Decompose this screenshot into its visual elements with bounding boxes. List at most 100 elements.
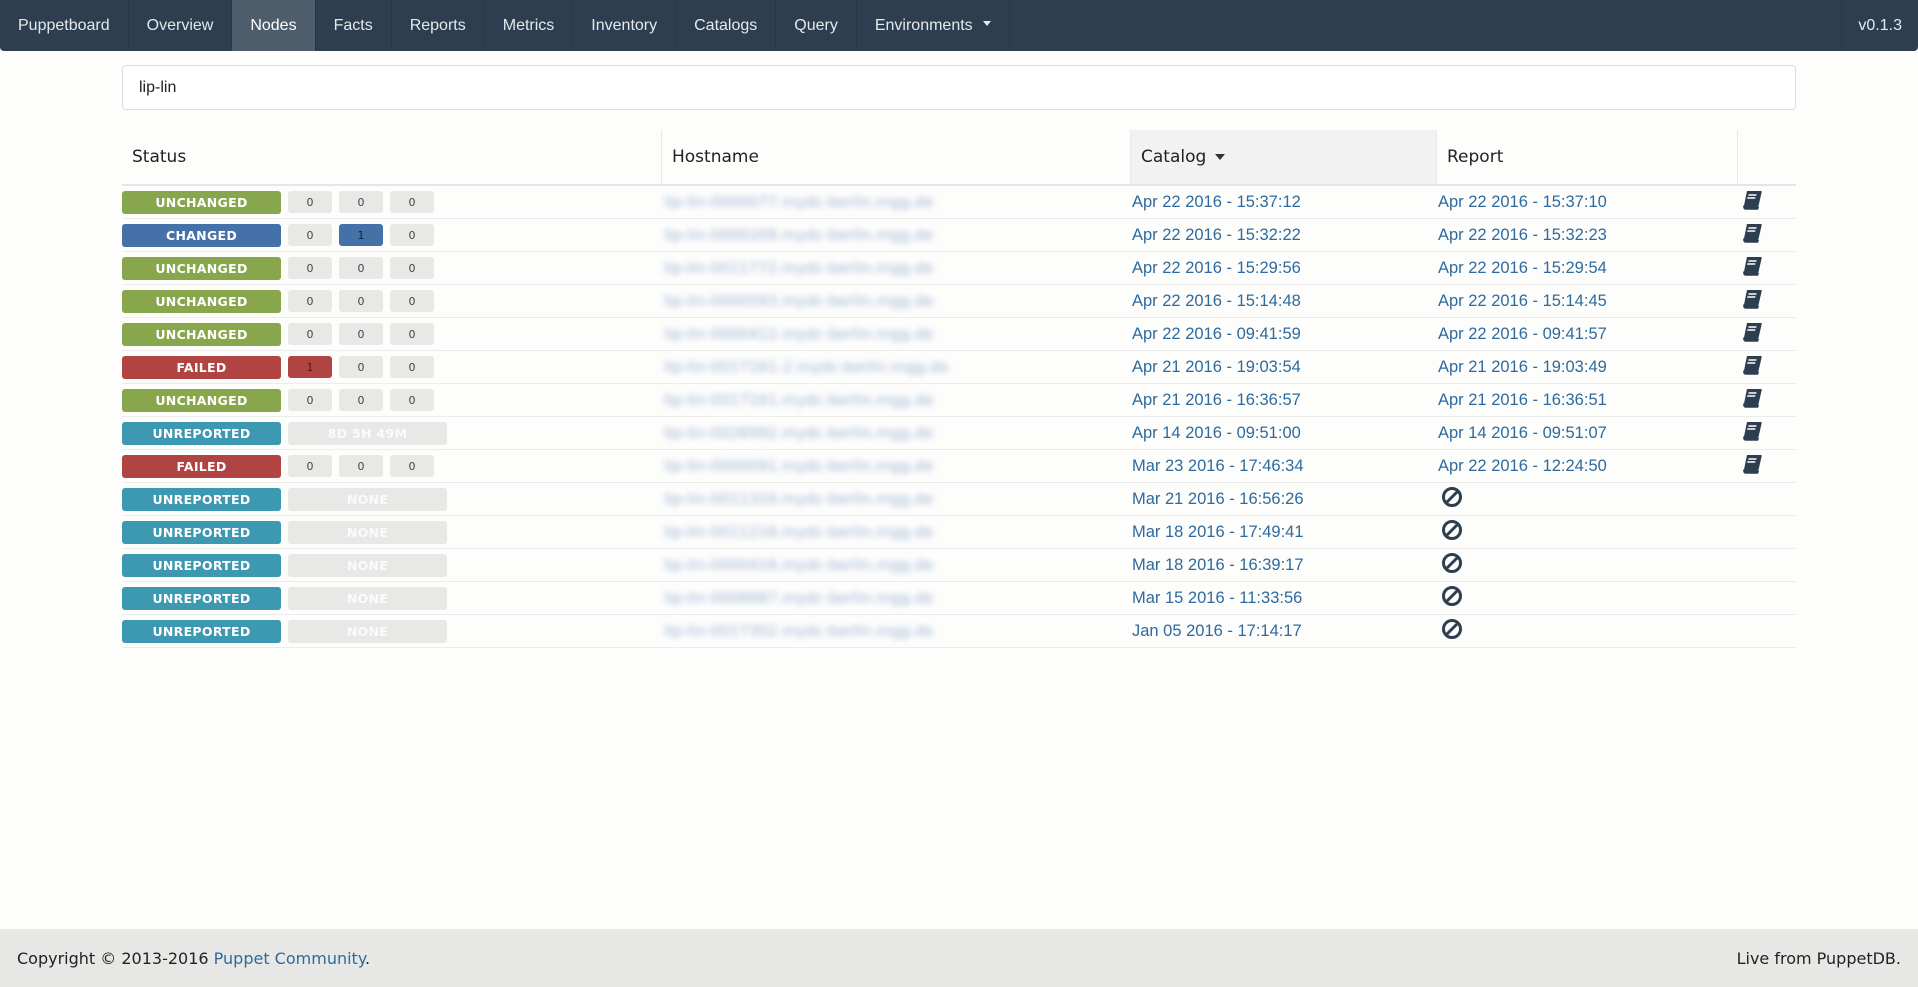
nav-dropdown-environments[interactable]: Environments — [857, 0, 1010, 51]
status-badge[interactable]: UNREPORTED — [122, 586, 281, 610]
status-badge[interactable]: UNCHANGED — [122, 322, 281, 346]
hostname-link[interactable]: lip-lin-0008887.mydc-berlin.mgg.de — [662, 589, 933, 607]
status-badge[interactable]: UNREPORTED — [122, 487, 281, 511]
catalog-date-link[interactable]: Apr 22 2016 - 15:32:22 — [1131, 226, 1301, 245]
catalog-date-link[interactable]: Mar 23 2016 - 17:46:34 — [1131, 457, 1304, 476]
hostname-link[interactable]: lip-lin-0017161.mydc-berlin.mgg.de — [662, 391, 933, 409]
status-badge[interactable]: UNREPORTED — [122, 619, 281, 643]
hostname-link[interactable]: lip-lin-0011772.mydc-berlin.mgg.de — [662, 259, 933, 277]
hostname-cell: lip-lin-0000077.mydc-berlin.mgg.de — [662, 186, 1131, 218]
catalog-cell: Mar 18 2016 - 17:49:41 — [1131, 516, 1437, 548]
status-badge[interactable]: UNCHANGED — [122, 388, 281, 412]
noop-count: 0 — [390, 356, 434, 378]
hostname-link[interactable]: lip-lin-0000077.mydc-berlin.mgg.de — [662, 193, 933, 211]
status-badge[interactable]: UNCHANGED — [122, 256, 281, 280]
book-icon[interactable] — [1741, 322, 1763, 346]
node-search-input[interactable] — [122, 65, 1796, 110]
header-status[interactable]: Status — [122, 130, 662, 184]
catalog-cell: Apr 21 2016 - 16:36:57 — [1131, 384, 1437, 416]
nav-item-catalogs[interactable]: Catalogs — [676, 0, 777, 51]
status-badge[interactable]: CHANGED — [122, 223, 281, 247]
status-cell: UNCHANGED 0 0 0 — [122, 285, 662, 317]
status-badge[interactable]: FAILED — [122, 355, 281, 379]
hostname-link[interactable]: lip-lin-0000209.mydc-berlin.mgg.de — [662, 226, 933, 244]
nav-item-metrics[interactable]: Metrics — [485, 0, 574, 51]
book-icon[interactable] — [1741, 355, 1763, 379]
report-date-link[interactable]: Apr 21 2016 - 16:36:51 — [1437, 391, 1607, 410]
book-icon[interactable] — [1741, 388, 1763, 412]
status-badge[interactable]: UNCHANGED — [122, 289, 281, 313]
catalog-date-link[interactable]: Mar 21 2016 - 16:56:26 — [1131, 490, 1304, 509]
status-cell: UNCHANGED 0 0 0 — [122, 186, 662, 218]
report-date-link[interactable]: Apr 22 2016 - 12:24:50 — [1437, 457, 1607, 476]
hostname-link[interactable]: lip-lin-0017161-2.mydc-berlin.mgg.de — [662, 358, 948, 376]
status-badge[interactable]: UNREPORTED — [122, 520, 281, 544]
nav-item-reports[interactable]: Reports — [392, 0, 485, 51]
failed-count: 0 — [288, 290, 332, 312]
header-report[interactable]: Report — [1437, 130, 1738, 184]
table-row: UNCHANGED 0 0 0 lip-lin-0017161.mydc-berlin… — [122, 384, 1796, 417]
hostname-cell: lip-lin-0011772.mydc-berlin.mgg.de — [662, 252, 1131, 284]
report-cell — [1437, 582, 1738, 614]
nav-item-nodes[interactable]: Nodes — [232, 0, 316, 51]
puppet-community-link[interactable]: Puppet Community — [214, 949, 365, 968]
report-cell: Apr 22 2016 - 12:24:50 — [1437, 450, 1738, 482]
report-cell: Apr 22 2016 - 15:32:23 — [1437, 219, 1738, 251]
table-row: UNCHANGED 0 0 0 lip-lin-0011772.mydc-berlin… — [122, 252, 1796, 285]
catalog-date-link[interactable]: Jan 05 2016 - 17:14:17 — [1131, 622, 1302, 641]
header-status-label: Status — [132, 147, 187, 167]
status-badge[interactable]: UNREPORTED — [122, 553, 281, 577]
failed-count: 1 — [288, 356, 332, 378]
catalog-date-link[interactable]: Apr 22 2016 - 15:29:56 — [1131, 259, 1301, 278]
catalog-date-link[interactable]: Apr 22 2016 - 15:37:12 — [1131, 193, 1301, 212]
hostname-link[interactable]: lip-lin-0011216.mydc-berlin.mgg.de — [662, 523, 933, 541]
hostname-link[interactable]: lip-lin-0011316.mydc-berlin.mgg.de — [662, 490, 933, 508]
status-badge[interactable]: UNCHANGED — [122, 190, 281, 214]
catalog-date-link[interactable]: Apr 22 2016 - 09:41:59 — [1131, 325, 1301, 344]
hostname-link[interactable]: lip-lin-0000416.mydc-berlin.mgg.de — [662, 556, 933, 574]
report-date-link[interactable]: Apr 22 2016 - 15:29:54 — [1437, 259, 1607, 278]
book-icon[interactable] — [1741, 256, 1763, 280]
hostname-cell: lip-lin-0000091.mydc-berlin.mgg.de — [662, 450, 1131, 482]
sort-desc-icon — [1215, 154, 1226, 160]
header-catalog[interactable]: Catalog — [1131, 130, 1437, 184]
header-hostname[interactable]: Hostname — [662, 130, 1131, 184]
hostname-link[interactable]: lip-lin-0000593.mydc-berlin.mgg.de — [662, 292, 933, 310]
book-icon[interactable] — [1741, 223, 1763, 247]
top-navbar: Puppetboard Overview Nodes Facts Reports… — [0, 0, 1918, 51]
status-badge[interactable]: FAILED — [122, 454, 281, 478]
catalog-date-link[interactable]: Apr 21 2016 - 19:03:54 — [1131, 358, 1301, 377]
hostname-link[interactable]: lip-lin-0000091.mydc-berlin.mgg.de — [662, 457, 933, 475]
report-date-link[interactable]: Apr 21 2016 - 19:03:49 — [1437, 358, 1607, 377]
hostname-cell: lip-lin-0000593.mydc-berlin.mgg.de — [662, 285, 1131, 317]
book-icon[interactable] — [1741, 421, 1763, 445]
report-date-link[interactable]: Apr 14 2016 - 09:51:07 — [1437, 424, 1607, 443]
status-badge[interactable]: UNREPORTED — [122, 421, 281, 445]
catalog-date-link[interactable]: Apr 21 2016 - 16:36:57 — [1131, 391, 1301, 410]
report-date-link[interactable]: Apr 22 2016 - 09:41:57 — [1437, 325, 1607, 344]
table-row: UNCHANGED 0 0 0 lip-lin-0000593.mydc-berlin… — [122, 285, 1796, 318]
nav-item-overview[interactable]: Overview — [129, 0, 233, 51]
hostname-link[interactable]: lip-lin-0026992.mydc-berlin.mgg.de — [662, 424, 933, 442]
report-icon-cell — [1738, 186, 1796, 218]
nav-item-query[interactable]: Query — [776, 0, 857, 51]
catalog-date-link[interactable]: Mar 18 2016 - 17:49:41 — [1131, 523, 1304, 542]
report-date-link[interactable]: Apr 22 2016 - 15:14:45 — [1437, 292, 1607, 311]
hostname-link[interactable]: lip-lin-0000412.mydc-berlin.mgg.de — [662, 325, 933, 343]
nav-item-inventory[interactable]: Inventory — [573, 0, 677, 51]
failed-count: 0 — [288, 224, 332, 246]
catalog-date-link[interactable]: Mar 15 2016 - 11:33:56 — [1131, 589, 1302, 608]
book-icon[interactable] — [1741, 454, 1763, 478]
catalog-date-link[interactable]: Apr 14 2016 - 09:51:00 — [1131, 424, 1301, 443]
table-row: UNREPORTED NONE lip-lin-0011316.mydc-berl… — [122, 483, 1796, 516]
nav-item-facts[interactable]: Facts — [316, 0, 392, 51]
status-cell: UNREPORTED NONE — [122, 615, 662, 647]
book-icon[interactable] — [1741, 190, 1763, 214]
catalog-date-link[interactable]: Apr 22 2016 - 15:14:48 — [1131, 292, 1301, 311]
hostname-link[interactable]: lip-lin-0017302.mydc-berlin.mgg.de — [662, 622, 933, 640]
book-icon[interactable] — [1741, 289, 1763, 313]
report-date-link[interactable]: Apr 22 2016 - 15:37:10 — [1437, 193, 1607, 212]
catalog-date-link[interactable]: Mar 18 2016 - 16:39:17 — [1131, 556, 1304, 575]
report-date-link[interactable]: Apr 22 2016 - 15:32:23 — [1437, 226, 1607, 245]
nav-brand[interactable]: Puppetboard — [0, 0, 129, 51]
